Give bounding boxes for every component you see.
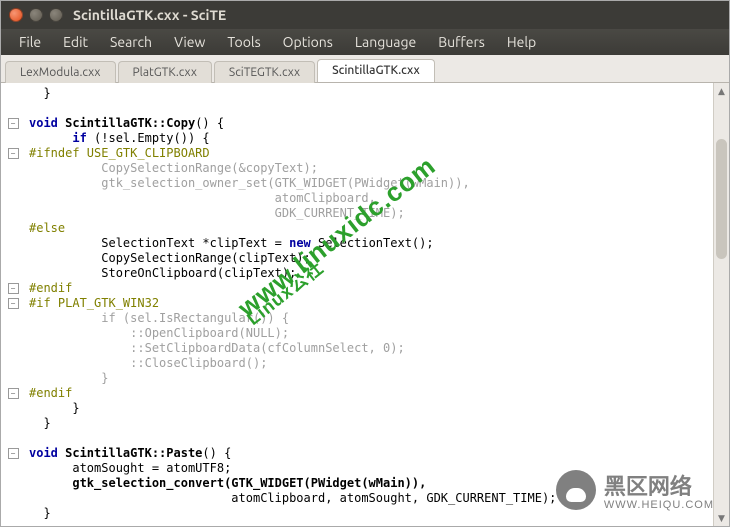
fold-toggle[interactable]: − bbox=[8, 388, 19, 399]
preproc: #else bbox=[29, 221, 65, 235]
code-line: gtk_selection_convert(GTK_WIDGET(PWidget… bbox=[29, 476, 426, 490]
code-text: (!sel.Empty()) { bbox=[87, 131, 210, 145]
inactive-code: ); bbox=[390, 341, 404, 355]
code-line: atomClipboard, atomSought, GDK_CURRENT_T… bbox=[29, 491, 556, 505]
code-text: SelectionText(); bbox=[311, 236, 434, 250]
fold-toggle[interactable]: − bbox=[8, 448, 19, 459]
scroll-track[interactable] bbox=[714, 99, 729, 510]
inactive-code: CopySelectionRange(&copyText); bbox=[29, 161, 318, 175]
scroll-down-icon[interactable]: ▼ bbox=[714, 510, 729, 526]
code-area[interactable]: } void ScintillaGTK::Copy() { if (!sel.E… bbox=[25, 83, 713, 526]
code-line: atomSought = atomUTF8; bbox=[29, 461, 231, 475]
titlebar[interactable]: ScintillaGTK.cxx - SciTE bbox=[1, 1, 729, 29]
inactive-code: GDK_CURRENT_TIME); bbox=[29, 206, 405, 220]
tab-scintillagtk[interactable]: ScintillaGTK.cxx bbox=[317, 59, 435, 82]
app-window: ScintillaGTK.cxx - SciTE File Edit Searc… bbox=[0, 0, 730, 527]
keyword-new: new bbox=[289, 236, 311, 250]
code-line: } bbox=[29, 86, 51, 100]
vertical-scrollbar[interactable]: ▲ ▼ bbox=[713, 83, 729, 526]
window-controls bbox=[9, 8, 63, 22]
menu-buffers[interactable]: Buffers bbox=[428, 32, 495, 52]
preproc: #endif bbox=[29, 281, 72, 295]
inactive-code: ::OpenClipboard(NULL); bbox=[29, 326, 289, 340]
preproc: #endif bbox=[29, 386, 72, 400]
tab-scitegtk[interactable]: SciTEGTK.cxx bbox=[214, 61, 315, 83]
menu-edit[interactable]: Edit bbox=[53, 32, 98, 52]
menu-view[interactable]: View bbox=[164, 32, 215, 52]
fn-name: ScintillaGTK::Copy bbox=[58, 116, 195, 130]
code-text: () { bbox=[202, 446, 231, 460]
menubar: File Edit Search View Tools Options Lang… bbox=[1, 29, 729, 55]
inactive-code: ::SetClipboardData(cfColumnSelect, bbox=[29, 341, 383, 355]
fold-toggle[interactable]: − bbox=[8, 298, 19, 309]
tabbar: LexModula.cxx PlatGTK.cxx SciTEGTK.cxx S… bbox=[1, 55, 729, 83]
keyword-void: void bbox=[29, 116, 58, 130]
code-line: } bbox=[29, 416, 51, 430]
code-line: StoreOnClipboard(clipText); bbox=[29, 266, 296, 280]
scroll-thumb[interactable] bbox=[716, 139, 727, 259]
code-line: } bbox=[29, 401, 80, 415]
fold-gutter: − − − − − − bbox=[1, 83, 25, 526]
window-title: ScintillaGTK.cxx - SciTE bbox=[73, 7, 226, 23]
minimize-icon[interactable] bbox=[29, 8, 43, 22]
editor: − − − − − − } void ScintillaGTK::Copy() … bbox=[1, 83, 729, 526]
inactive-code: } bbox=[29, 371, 108, 385]
maximize-icon[interactable] bbox=[49, 8, 63, 22]
inactive-code: (sel.IsRectangular()) { bbox=[116, 311, 289, 325]
inactive-code: if bbox=[29, 311, 116, 325]
inactive-code: atomClipboard, bbox=[29, 191, 376, 205]
code-line: } bbox=[29, 506, 51, 520]
code-line: CopySelectionRange(clipText); bbox=[29, 251, 311, 265]
keyword-if: if bbox=[29, 131, 87, 145]
code-text: SelectionText *clipText = bbox=[29, 236, 289, 250]
tab-lexmodula[interactable]: LexModula.cxx bbox=[5, 61, 116, 83]
menu-file[interactable]: File bbox=[9, 32, 51, 52]
fold-toggle[interactable]: − bbox=[8, 118, 19, 129]
inactive-code: gtk_selection_owner_set(GTK_WIDGET(PWidg… bbox=[29, 176, 470, 190]
preproc: #ifndef USE_GTK_CLIPBOARD bbox=[29, 146, 210, 160]
fold-toggle[interactable]: − bbox=[8, 148, 19, 159]
fn-name: ScintillaGTK::Paste bbox=[58, 446, 203, 460]
preproc: #if PLAT_GTK_WIN32 bbox=[29, 296, 159, 310]
menu-help[interactable]: Help bbox=[497, 32, 546, 52]
scroll-up-icon[interactable]: ▲ bbox=[714, 83, 729, 99]
inactive-code: ::CloseClipboard(); bbox=[29, 356, 267, 370]
close-icon[interactable] bbox=[9, 8, 23, 22]
tab-platgtk[interactable]: PlatGTK.cxx bbox=[118, 61, 212, 83]
menu-search[interactable]: Search bbox=[100, 32, 162, 52]
menu-tools[interactable]: Tools bbox=[217, 32, 270, 52]
code-text: () { bbox=[195, 116, 224, 130]
keyword-void: void bbox=[29, 446, 58, 460]
fold-toggle[interactable]: − bbox=[8, 283, 19, 294]
menu-options[interactable]: Options bbox=[273, 32, 343, 52]
menu-language[interactable]: Language bbox=[345, 32, 426, 52]
